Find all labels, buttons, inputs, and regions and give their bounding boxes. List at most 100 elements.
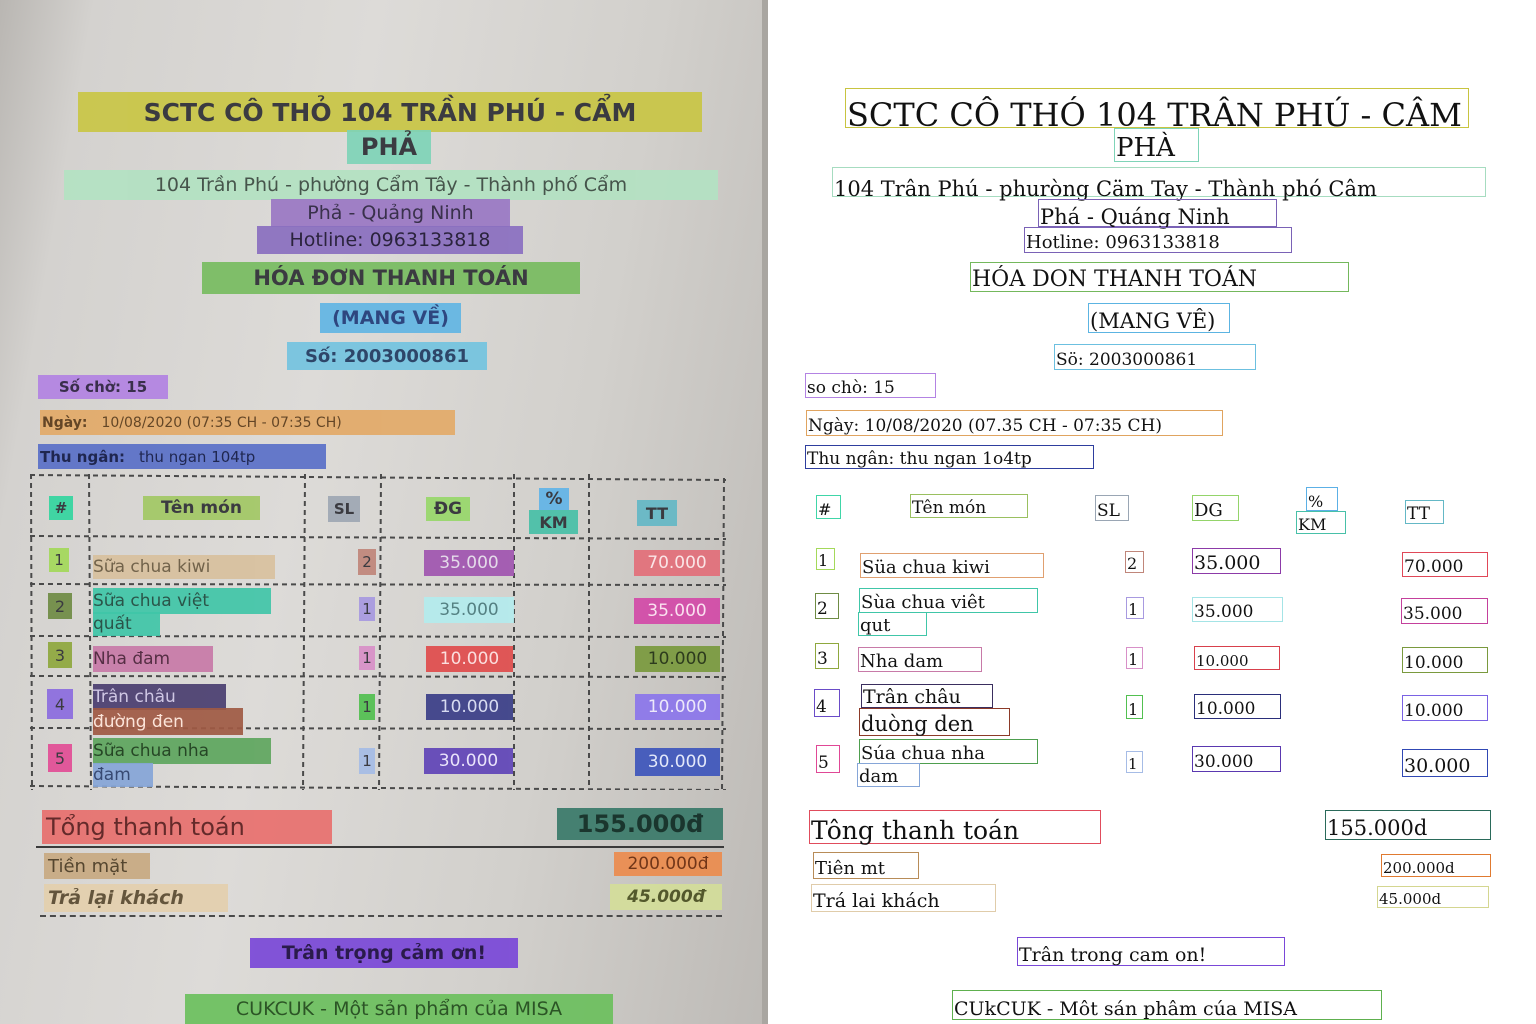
ocr-row4-name-line2: duòng den <box>859 708 1010 736</box>
row5-name-line2: đam <box>93 763 153 787</box>
row4-qty: 1 <box>359 694 375 720</box>
ocr-footer: CUkCUK - Môt sán phâm cúa MISA <box>952 990 1382 1020</box>
col-discount-header-top: % <box>539 488 569 510</box>
ocr-cash-value: 200.000d <box>1381 854 1491 877</box>
ocr-row2-price: 35.000 <box>1192 597 1283 622</box>
footer-divider <box>40 915 722 917</box>
ocr-total-value: 155.000d <box>1325 810 1491 840</box>
change-value: 45.000đ <box>610 884 722 910</box>
ocr-row1-index: 1 <box>816 548 835 570</box>
ocr-row4-index: 4 <box>814 689 840 717</box>
ocr-row3-total: 10.000 <box>1402 647 1488 673</box>
ocr-address-line1: 104 Trân Phú - phuròng Cäm Tay - Thành p… <box>832 167 1486 200</box>
ocr-output-panel: SCTC CÔ THÓ 104 TRÂN PHÚ - CÂM PHÀ 104 T… <box>768 0 1536 1024</box>
row2-name-line1: Sữa chua việt <box>93 588 271 614</box>
row5-price: 30.000 <box>424 748 513 774</box>
row3-qty: 1 <box>359 646 375 670</box>
ocr-change-label: Trá lai khách <box>811 884 996 912</box>
ocr-col-total: TT <box>1405 500 1444 524</box>
ocr-row5-qty: 1 <box>1126 751 1143 773</box>
ocr-row1-price: 35.000 <box>1192 548 1281 574</box>
queue-number: Số chờ: 15 <box>38 375 168 399</box>
ocr-row1-qty: 2 <box>1125 551 1144 573</box>
ocr-cash-label: Tiên mt <box>813 852 919 879</box>
ocr-row2-qty: 1 <box>1126 597 1144 619</box>
ocr-row2-total: 35.000 <box>1401 598 1488 624</box>
thanks-message: Trân trọng cảm ơn! <box>250 938 518 968</box>
row1-index: 1 <box>49 548 69 572</box>
row2-name-line2: quất <box>93 612 160 636</box>
receipt-photo: SCTC CÔ THỎ 104 TRẦN PHÚ - CẨM PHẢ 104 T… <box>0 0 768 1024</box>
row1-name: Sữa chua kiwi <box>93 555 275 579</box>
total-label: Tổng thanh toán <box>42 810 332 844</box>
ocr-total-label: Tông thanh toán <box>809 810 1101 844</box>
ocr-row2-name-line1: Sùa chua viêt <box>859 588 1038 613</box>
ocr-row4-qty: 1 <box>1126 695 1143 719</box>
ocr-row5-name-line1: Súa chua nha <box>859 739 1038 764</box>
row3-name: Nha đam <box>93 646 213 672</box>
ocr-row5-index: 5 <box>816 745 840 773</box>
row4-price: 10.000 <box>426 694 513 720</box>
ocr-row1-name: Süa chua kiwi <box>860 553 1044 578</box>
totals-divider <box>36 846 724 848</box>
date-line: Ngày: 10/08/2020 (07:35 CH - 07:35 CH) <box>40 410 455 435</box>
ocr-order-type: (MANG VÊ) <box>1088 303 1230 333</box>
ocr-row3-name: Nha dam <box>858 647 982 672</box>
ocr-store-name-line1: SCTC CÔ THÓ 104 TRÂN PHÚ - CÂM <box>845 88 1469 131</box>
ocr-row3-qty: 1 <box>1126 647 1143 669</box>
col-qty-header: SL <box>328 496 360 522</box>
col-total-header: TT <box>637 500 677 526</box>
ocr-row5-name-line2: dam <box>857 763 920 787</box>
cashier-label: Thu ngân: <box>40 447 126 466</box>
row1-price: 35.000 <box>424 550 514 576</box>
address-line2: Phả - Quảng Ninh <box>271 199 510 227</box>
ocr-date: Ngày: 10/08/2020 (07.35 CH - 07:35 CH) <box>806 410 1223 436</box>
ocr-queue-number: so chò: 15 <box>805 373 936 398</box>
row4-name-line1: Trân châu <box>93 684 226 710</box>
ocr-col-discount-bottom: KM <box>1296 511 1346 534</box>
ocr-thanks: Trân trong cam on! <box>1017 937 1285 966</box>
change-label: Trả lại khách <box>44 884 228 912</box>
ocr-col-index: # <box>816 495 841 519</box>
row5-name-line1: Sữa chua nha <box>93 738 271 764</box>
col-price-header: ĐG <box>426 497 470 521</box>
invoice-number: Số: 2003000861 <box>287 342 487 370</box>
ocr-row3-price: 10.000 <box>1194 646 1280 670</box>
ocr-col-qty: SL <box>1095 495 1129 521</box>
ocr-row5-total: 30.000 <box>1402 749 1488 777</box>
address-line1: 104 Trần Phú - phường Cẩm Tây - Thành ph… <box>64 170 718 200</box>
cashier-line: Thu ngân: thu ngan 104tp <box>38 444 326 469</box>
ocr-row3-index: 3 <box>815 643 839 669</box>
row4-name-line2: đường đen <box>93 708 243 735</box>
cash-label: Tiền mặt <box>44 853 150 879</box>
ocr-row2-name-line2: qut <box>858 612 927 636</box>
cash-value: 200.000đ <box>614 852 722 876</box>
row2-price: 35.000 <box>424 597 514 623</box>
row5-index: 5 <box>48 744 72 772</box>
col-index-header: # <box>49 496 73 520</box>
ocr-change-value: 45.000d <box>1377 886 1489 908</box>
total-value: 155.000đ <box>557 808 723 840</box>
ocr-invoice-title: HÓA DON THANH TOÁN <box>970 262 1349 292</box>
row1-qty: 2 <box>358 549 376 575</box>
col-discount-header-bottom: KM <box>529 510 578 534</box>
footer-text: CUKCUK - Một sản phẩm của MISA <box>185 994 613 1024</box>
row2-index: 2 <box>48 593 72 619</box>
ocr-hotline: Hotline: 0963133818 <box>1024 227 1292 253</box>
row4-total: 10.000 <box>635 694 720 720</box>
ocr-store-name-line2: PHÀ <box>1114 128 1199 162</box>
ocr-row2-index: 2 <box>815 593 839 619</box>
row4-index: 4 <box>47 689 73 719</box>
row2-qty: 1 <box>359 597 375 621</box>
store-name-line2: PHẢ <box>347 130 431 164</box>
date-value: 10/08/2020 (07:35 CH - 07:35 CH) <box>101 414 342 431</box>
ocr-row5-price: 30.000 <box>1192 746 1281 772</box>
row5-total: 30.000 <box>635 748 720 776</box>
ocr-col-price: DG <box>1192 495 1239 521</box>
ocr-row1-total: 70.000 <box>1402 552 1488 577</box>
order-type: (MANG VỀ) <box>320 303 461 333</box>
ocr-address-line2: Phá - Quáng Ninh <box>1038 199 1277 228</box>
ocr-cashier: Thu ngân: thu ngan 1o4tp <box>805 445 1094 469</box>
ocr-col-item: Tên món <box>910 494 1028 518</box>
ocr-row4-price: 10.000 <box>1194 694 1281 719</box>
